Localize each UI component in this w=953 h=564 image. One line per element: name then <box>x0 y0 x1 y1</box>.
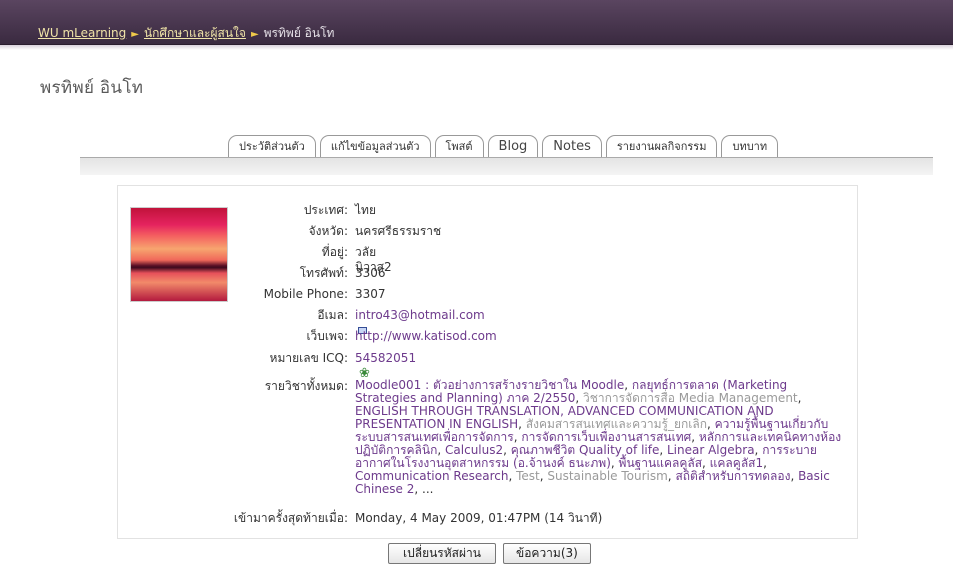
course-separator: , <box>503 443 511 457</box>
breadcrumb-current: พรทิพย์ อินโท <box>263 26 335 40</box>
course-separator: , <box>691 430 699 444</box>
top-navbar: WU mLearning ► นักศึกษาและผู้สนใจ ► พรทิพย์ … <box>0 0 953 45</box>
tabs-underline-bar <box>80 157 933 175</box>
user-avatar <box>130 207 228 302</box>
breadcrumb-arrow-icon: ► <box>131 29 139 40</box>
course-link[interactable]: Linear Algebra <box>667 443 755 457</box>
web-label: เว็บเพจ: <box>306 329 348 343</box>
profile-tabs: ประวัติส่วนตัว แก้ไขข้อมูลส่วนตัว โพสต์ … <box>228 135 779 157</box>
messages-button[interactable]: ข้อความ(3) <box>503 543 591 564</box>
course-separator: , <box>659 443 667 457</box>
course-separator: , <box>797 391 802 405</box>
province-label: จังหวัด: <box>308 224 348 238</box>
web-link[interactable]: http://www.katisod.com <box>355 329 497 343</box>
course-separator: , <box>518 417 526 431</box>
course-separator: , <box>707 417 715 431</box>
last-access-label: เข้ามาครั้งสุดท้ายเมื่อ: <box>233 511 348 525</box>
course-link[interactable]: วิชาการจัดการสื่อ Media Management <box>583 391 798 405</box>
mobile-value: 3307 <box>355 287 386 301</box>
email-link[interactable]: intro43@hotmail.com <box>355 308 485 322</box>
page-title: พรทิพย์ อินโท <box>40 78 144 98</box>
courses-label: รายวิชาทั้งหมด: <box>264 379 348 393</box>
mobile-label: Mobile Phone: <box>263 287 348 301</box>
course-link[interactable]: คุณภาพชีวิต Quality of life <box>511 443 660 457</box>
tab-posts[interactable]: โพสต์ <box>434 135 484 157</box>
course-link[interactable]: สถิติสำหรับการทดลอง <box>675 469 790 483</box>
tab-roles[interactable]: บทบาท <box>721 135 779 157</box>
courses-list: Moodle001 : ตัวอย่างการสร้างรายวิชาใน Mo… <box>355 379 842 496</box>
web-value: http://www.katisod.com <box>355 329 497 344</box>
course-separator: , <box>610 456 619 470</box>
course-link[interactable]: Calculus2 <box>445 443 503 457</box>
course-link[interactable]: การจัดการเว็บเพื่องานสารสนเทศ <box>521 430 691 444</box>
course-separator: , <box>508 469 517 483</box>
course-separator: , <box>575 391 584 405</box>
course-separator: , <box>790 469 799 483</box>
address-label: ที่อยู่: <box>321 245 348 259</box>
tab-edit-profile[interactable]: แก้ไขข้อมูลส่วนตัว <box>319 135 431 157</box>
profile-box: ประเทศ: ไทย จังหวัด: นครศรีธรรมราช ที่อย… <box>117 185 858 539</box>
course-link[interactable]: สังคมสารสนเทศและความรู้_ยกเลิก <box>526 417 707 431</box>
tab-blog[interactable]: Blog <box>487 135 539 157</box>
course-separator: , <box>763 456 767 470</box>
tab-activity-report[interactable]: รายงานผลกิจกรรม <box>605 135 718 157</box>
change-password-button[interactable]: เปลี่ยนรหัสผ่าน <box>388 543 496 564</box>
last-access-value: Monday, 4 May 2009, 01:47PM (14 วินาที) <box>355 511 603 525</box>
breadcrumb-section-link[interactable]: นักศึกษาและผู้สนใจ <box>144 26 246 40</box>
tab-notes[interactable]: Notes <box>542 135 602 157</box>
email-label: อีเมล: <box>317 308 348 322</box>
navbar-shadow <box>0 45 953 50</box>
icq-label: หมายเลข ICQ: <box>269 351 348 365</box>
phone-label: โทรศัพท์: <box>299 266 348 280</box>
country-label: ประเทศ: <box>303 203 348 217</box>
icq-link[interactable]: 54582051 <box>355 351 416 365</box>
course-link[interactable]: พื้นฐานแคลคูลัส <box>619 456 703 470</box>
breadcrumb: WU mLearning ► นักศึกษาและผู้สนใจ ► พรทิพย์ … <box>38 24 334 43</box>
breadcrumb-arrow-icon: ► <box>250 29 259 40</box>
course-link[interactable]: Test <box>516 469 540 483</box>
breadcrumb-home-link[interactable]: WU mLearning <box>38 26 126 40</box>
course-separator: , <box>624 378 632 392</box>
course-link[interactable]: Moodle001 : ตัวอย่างการสร้างรายวิชาใน Mo… <box>355 378 624 392</box>
courses-more: ... <box>422 482 434 496</box>
phone-value: 3306 <box>355 266 386 280</box>
course-separator: , <box>437 443 446 457</box>
course-separator: , <box>414 482 423 496</box>
country-value: ไทย <box>355 203 376 217</box>
course-link[interactable]: Sustainable Tourism <box>547 469 667 483</box>
course-link[interactable]: แคลคูลัส1 <box>710 456 763 470</box>
course-separator: , <box>702 456 710 470</box>
icq-value: 54582051❀ <box>355 351 416 381</box>
province-value: นครศรีธรรมราช <box>355 224 442 238</box>
tab-profile[interactable]: ประวัติส่วนตัว <box>228 135 316 157</box>
course-link[interactable]: Communication Research <box>355 469 508 483</box>
